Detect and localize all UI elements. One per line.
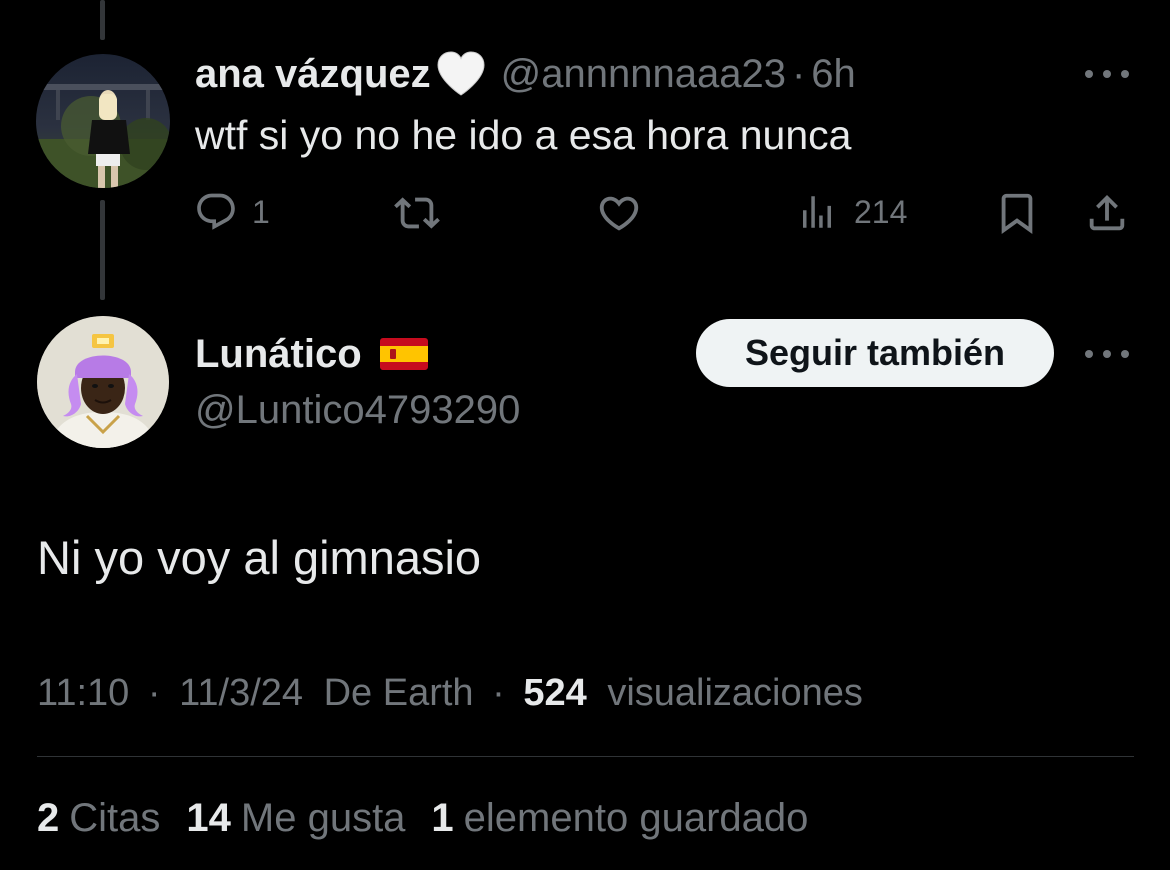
retweet-icon bbox=[394, 197, 440, 229]
divider bbox=[37, 756, 1134, 757]
thread-line-top bbox=[100, 0, 105, 40]
views-count: 214 bbox=[854, 193, 908, 230]
main-display-name[interactable]: Lunático bbox=[195, 330, 362, 378]
tweet-views-label: visualizaciones bbox=[607, 672, 863, 714]
follow-button[interactable]: Seguir también bbox=[696, 319, 1054, 387]
like-heart-icon bbox=[599, 196, 639, 231]
reply-timestamp[interactable]: 6h bbox=[811, 50, 856, 98]
white-heart-icon bbox=[435, 51, 487, 97]
engagement-stats: 2 Citas 14 Me gusta 1 elemento guardado bbox=[37, 792, 834, 844]
tweet-time[interactable]: 11:10 bbox=[37, 672, 129, 714]
avatar[interactable] bbox=[36, 54, 170, 188]
main-author-row: Lunático bbox=[195, 330, 428, 378]
reply-count: 1 bbox=[252, 193, 270, 230]
meta-separator-1: · bbox=[147, 672, 161, 714]
views-chart-icon bbox=[803, 196, 831, 228]
bookmark-icon bbox=[1001, 193, 1033, 234]
likes-label: Me gusta bbox=[240, 796, 406, 840]
likes-stat[interactable]: 14 Me gusta bbox=[186, 792, 405, 844]
main-tweet-text: Ni yo voy al gimnasio bbox=[37, 531, 482, 584]
avatar[interactable] bbox=[37, 316, 169, 448]
ana-avatar-image bbox=[36, 54, 170, 188]
tweet-meta: 11:10 · 11/3/24 De Earth · 524 visualiza… bbox=[37, 668, 863, 718]
tweet-detail-view: ana vázquez @annnnnaaa23 · 6h wtf si yo … bbox=[0, 0, 1170, 870]
quotes-label: Citas bbox=[69, 796, 161, 840]
reply-handle[interactable]: @annnnnaaa23 bbox=[501, 50, 786, 98]
reply-display-name[interactable]: ana vázquez bbox=[195, 50, 431, 98]
reply-author-row: ana vázquez @annnnnaaa23 · 6h bbox=[195, 50, 856, 98]
quotes-count: 2 bbox=[37, 796, 60, 840]
tweet-date[interactable]: 11/3/24 bbox=[179, 672, 303, 714]
like-action-button[interactable] bbox=[596, 190, 642, 236]
likes-count: 14 bbox=[186, 796, 231, 840]
bookmarks-stat[interactable]: 1 elemento guardado bbox=[431, 792, 808, 844]
retweet-action-button[interactable] bbox=[394, 190, 440, 236]
reply-icon bbox=[197, 193, 235, 230]
quotes-stat[interactable]: 2 Citas bbox=[37, 792, 160, 844]
bookmarks-label: elemento guardado bbox=[463, 796, 809, 840]
reply-action-button[interactable]: 1 bbox=[194, 190, 270, 234]
bookmarks-count: 1 bbox=[431, 796, 454, 840]
bookmark-action-button[interactable] bbox=[994, 190, 1040, 236]
main-handle-row: @Luntico4793290 bbox=[195, 386, 520, 434]
spain-flag-icon bbox=[379, 338, 428, 370]
main-more-icon[interactable] bbox=[1085, 344, 1129, 364]
reply-text: wtf si yo no he ido a esa hora nunca bbox=[195, 112, 852, 158]
share-action-button[interactable] bbox=[1084, 190, 1130, 236]
views-action-button[interactable]: 214 bbox=[796, 190, 907, 234]
tweet-views-count: 524 bbox=[523, 672, 587, 714]
lunatico-avatar-image bbox=[37, 316, 169, 448]
main-handle[interactable]: @Luntico4793290 bbox=[195, 386, 520, 434]
share-icon bbox=[1089, 194, 1125, 231]
separator-dot: · bbox=[791, 52, 806, 96]
tweet-source: De Earth bbox=[323, 672, 474, 714]
reply-more-icon[interactable] bbox=[1085, 64, 1129, 84]
reply-action-bar: 1 214 bbox=[0, 188, 1170, 244]
meta-separator-2: · bbox=[492, 672, 505, 714]
